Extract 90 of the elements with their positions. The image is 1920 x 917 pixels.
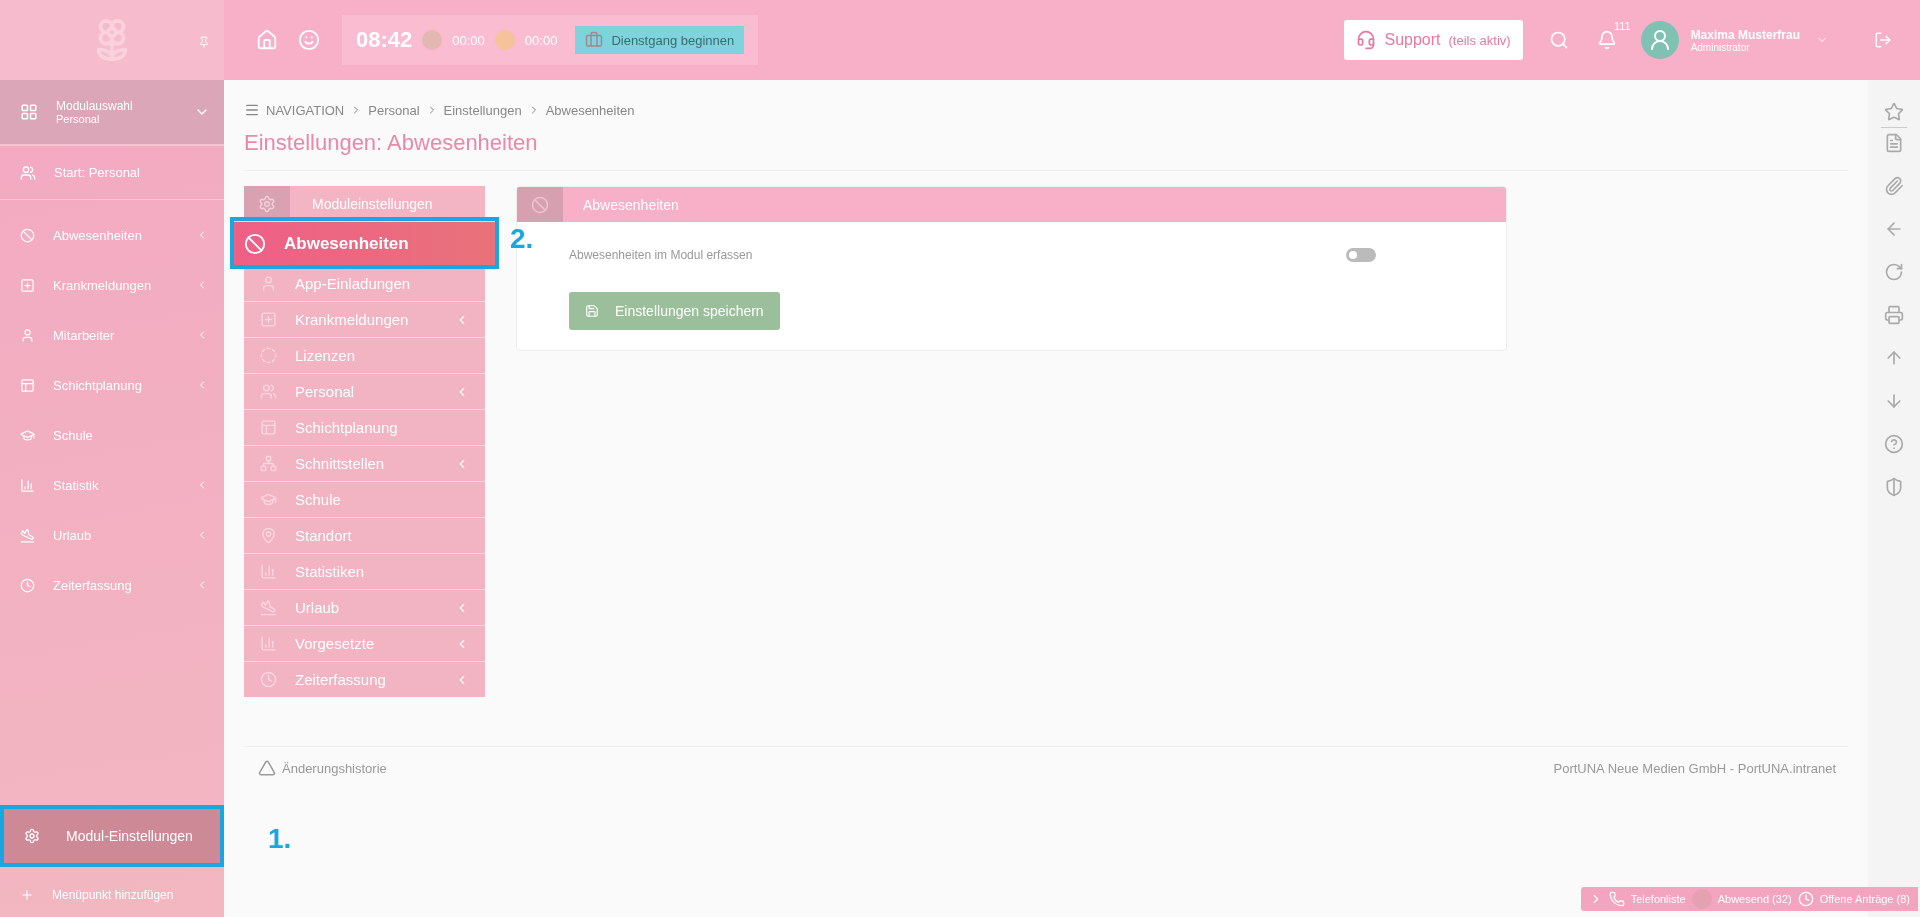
breadcrumb-item[interactable]: Personal <box>368 102 420 118</box>
logout-icon[interactable] <box>1874 31 1892 49</box>
briefcase-icon <box>585 31 604 49</box>
menu-item-icon <box>260 347 277 364</box>
menu-item-icon <box>260 491 277 508</box>
timer-text: 00:00 <box>524 32 558 48</box>
phone-icon <box>1608 891 1625 907</box>
star-icon[interactable] <box>1884 102 1904 122</box>
pin-icon[interactable] <box>198 36 210 48</box>
menu-item-icon <box>260 383 277 400</box>
sidebar-item[interactable]: Schule <box>0 410 224 460</box>
setting-label: Abwesenheiten im Modul erfassen <box>569 248 753 262</box>
help-icon[interactable] <box>1884 434 1904 454</box>
menu-item-icon <box>260 455 277 472</box>
menu-item-icon <box>260 311 277 328</box>
sidebar-item[interactable]: Menüpunkt hinzufügen <box>0 873 224 917</box>
page-title: Einstellungen: Abwesenheiten <box>244 130 1848 171</box>
ban-icon <box>531 195 549 214</box>
step-number: 1. <box>268 823 292 855</box>
smiley-icon[interactable] <box>298 29 320 51</box>
notification-count: 111 <box>1613 20 1631 32</box>
avatar[interactable] <box>1640 21 1679 59</box>
menu-item-icon <box>20 577 35 593</box>
sidebar-item[interactable]: Abwesenheiten <box>0 210 224 260</box>
home-icon[interactable] <box>256 29 278 51</box>
status-item[interactable]: Offene Anträge (8) <box>1819 893 1910 905</box>
timer-dot <box>422 30 443 50</box>
menu-item-icon <box>260 275 277 292</box>
history-link[interactable]: Änderungshistorie <box>258 759 387 777</box>
menu-item-icon <box>20 327 35 343</box>
triangle-icon <box>258 759 276 777</box>
step-number: 2. <box>510 223 534 255</box>
module-select-subtitle: Personal <box>56 113 101 125</box>
breadcrumb-item[interactable]: NAVIGATION <box>266 102 345 118</box>
users-icon <box>20 164 36 181</box>
shield-icon[interactable] <box>1884 477 1904 497</box>
panel-title: Abwesenheiten <box>583 196 679 213</box>
plus-icon <box>20 888 34 902</box>
sidebar-item[interactable]: Modul-Einstellungen <box>0 805 224 867</box>
menu-item-icon <box>20 427 35 443</box>
clock-icon <box>1797 891 1814 907</box>
user-name: Maxima Musterfrau <box>1690 27 1800 42</box>
notes-icon[interactable] <box>1884 133 1904 153</box>
grid-icon <box>20 103 38 121</box>
menu-item-icon <box>20 477 35 493</box>
user-role: Administrator <box>1690 41 1751 53</box>
menu-item-icon <box>244 232 266 255</box>
menu-icon[interactable] <box>244 102 260 118</box>
toggle-switch[interactable] <box>1346 248 1376 262</box>
module-menu-item[interactable]: Zeiterfassung <box>244 661 485 697</box>
sidebar-item[interactable]: Mitarbeiter <box>0 310 224 360</box>
menu-item-icon <box>260 671 277 688</box>
sidebar-item[interactable]: Statistik <box>0 460 224 510</box>
copyright-text: PortUNA Neue Medien GmbH - PortUNA.intranet <box>1553 760 1836 776</box>
paperclip-icon[interactable] <box>1884 176 1904 196</box>
module-menu-title: Moduleinstellungen <box>312 195 433 212</box>
clock-time: 08:42 <box>356 27 413 53</box>
sidebar-item[interactable]: Start: Personal <box>0 146 224 200</box>
module-select[interactable]: Modulauswahl Personal <box>0 80 224 146</box>
breadcrumb-item[interactable]: Abwesenheiten <box>545 102 635 118</box>
save-icon <box>585 304 599 318</box>
sidebar-item[interactable]: Schichtplanung <box>0 360 224 410</box>
print-icon[interactable] <box>1884 305 1904 325</box>
bell-icon[interactable] <box>1596 30 1617 50</box>
save-button[interactable]: Einstellungen speichern <box>569 292 780 330</box>
menu-item-icon <box>20 227 35 243</box>
duty-button[interactable]: Dienstgang beginnen <box>575 26 745 54</box>
module-select-title: Modulauswahl <box>56 99 134 113</box>
menu-item-icon <box>20 277 35 293</box>
sidebar-item[interactable]: Urlaub <box>0 510 224 560</box>
reload-icon[interactable] <box>1884 262 1904 282</box>
breadcrumb-item[interactable]: Einstellungen <box>443 102 522 118</box>
menu-item-icon <box>260 527 277 544</box>
menu-item-icon <box>260 599 277 616</box>
sidebar-item[interactable]: Krankmeldungen <box>0 260 224 310</box>
headset-icon <box>1356 30 1377 50</box>
timer-text: 00:00 <box>452 32 485 48</box>
sidebar-item[interactable]: Zeiterfassung <box>0 560 224 610</box>
menu-item-icon <box>20 377 35 393</box>
timer-dot <box>494 30 515 50</box>
settings-icon <box>24 828 40 844</box>
status-item[interactable]: Telefonliste <box>1630 893 1686 905</box>
menu-item-icon <box>260 563 277 580</box>
menu-item-icon <box>20 527 35 543</box>
settings-icon <box>258 194 276 213</box>
support-button[interactable]: Support (teils aktiv) <box>1344 20 1523 60</box>
status-item[interactable]: Abwesend (32) <box>1717 893 1792 905</box>
menu-item-icon <box>260 635 277 652</box>
search-icon[interactable] <box>1548 30 1569 50</box>
menu-item-icon <box>260 419 277 436</box>
